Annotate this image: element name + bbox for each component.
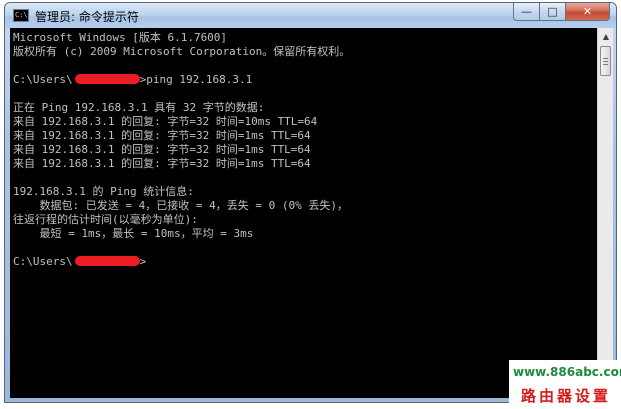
redacted-username (74, 74, 140, 84)
command-prompt-window: C:\ 管理员: 命令提示符 — □ ✕ Microsoft Windows [… (4, 2, 617, 403)
window-title: 管理员: 命令提示符 (35, 10, 139, 24)
console-line: 正在 Ping 192.168.3.1 具有 32 字节的数据: (13, 101, 265, 114)
prompt-path: C:\Users\ (13, 73, 73, 86)
console-line: 数据包: 已发送 = 4，已接收 = 4，丢失 = 0 (0% 丢失)， (13, 199, 348, 212)
prompt-end: > (139, 255, 147, 268)
console-line: 来自 192.168.3.1 的回复: 字节=32 时间=10ms TTL=64 (13, 115, 318, 128)
close-button[interactable]: ✕ (566, 3, 610, 21)
cmd-icon[interactable]: C:\ (13, 9, 29, 22)
minimize-button[interactable]: — (513, 3, 540, 21)
console-line: 来自 192.168.3.1 的回复: 字节=32 时间=1ms TTL=64 (13, 143, 311, 156)
site-watermark: www.886abc.com 路由器设置 (509, 360, 621, 409)
grip-icon (603, 61, 608, 62)
watermark-site-name: 路由器设置 (521, 387, 612, 405)
console-line: 来自 192.168.3.1 的回复: 字节=32 时间=1ms TTL=64 (13, 157, 311, 170)
maximize-button[interactable]: □ (540, 3, 566, 21)
grip-icon (603, 58, 608, 59)
ping-command: >ping 192.168.3.1 (139, 73, 253, 86)
console-line: 最短 = 1ms，最长 = 10ms，平均 = 3ms (13, 227, 254, 240)
console-output[interactable]: Microsoft Windows [版本 6.1.7600] 版权所有 (c)… (10, 28, 597, 398)
console-line: 版权所有 (c) 2009 Microsoft Corporation。保留所有… (13, 45, 351, 58)
redacted-username (74, 256, 140, 266)
scrollbar-thumb[interactable] (600, 46, 611, 76)
console-line: 192.168.3.1 的 Ping 统计信息: (13, 185, 194, 198)
console-line: Microsoft Windows [版本 6.1.7600] (13, 31, 228, 44)
console-line: 往返行程的估计时间(以毫秒为单位): (13, 213, 198, 226)
grip-icon (603, 64, 608, 65)
watermark-url: www.886abc.com (513, 365, 621, 379)
vertical-scrollbar[interactable]: ▲ ▼ (597, 28, 613, 398)
console-command-line: C:\Users\ >ping 192.168.3.1 (13, 73, 252, 87)
console-prompt-line: C:\Users\ > (13, 255, 146, 269)
prompt-path: C:\Users\ (13, 255, 73, 268)
scroll-up-arrow-icon[interactable]: ▲ (599, 29, 613, 45)
console-line: 来自 192.168.3.1 的回复: 字节=32 时间=1ms TTL=64 (13, 129, 311, 142)
title-bar[interactable]: C:\ 管理员: 命令提示符 — □ ✕ (5, 3, 616, 29)
window-controls: — □ ✕ (513, 3, 610, 23)
